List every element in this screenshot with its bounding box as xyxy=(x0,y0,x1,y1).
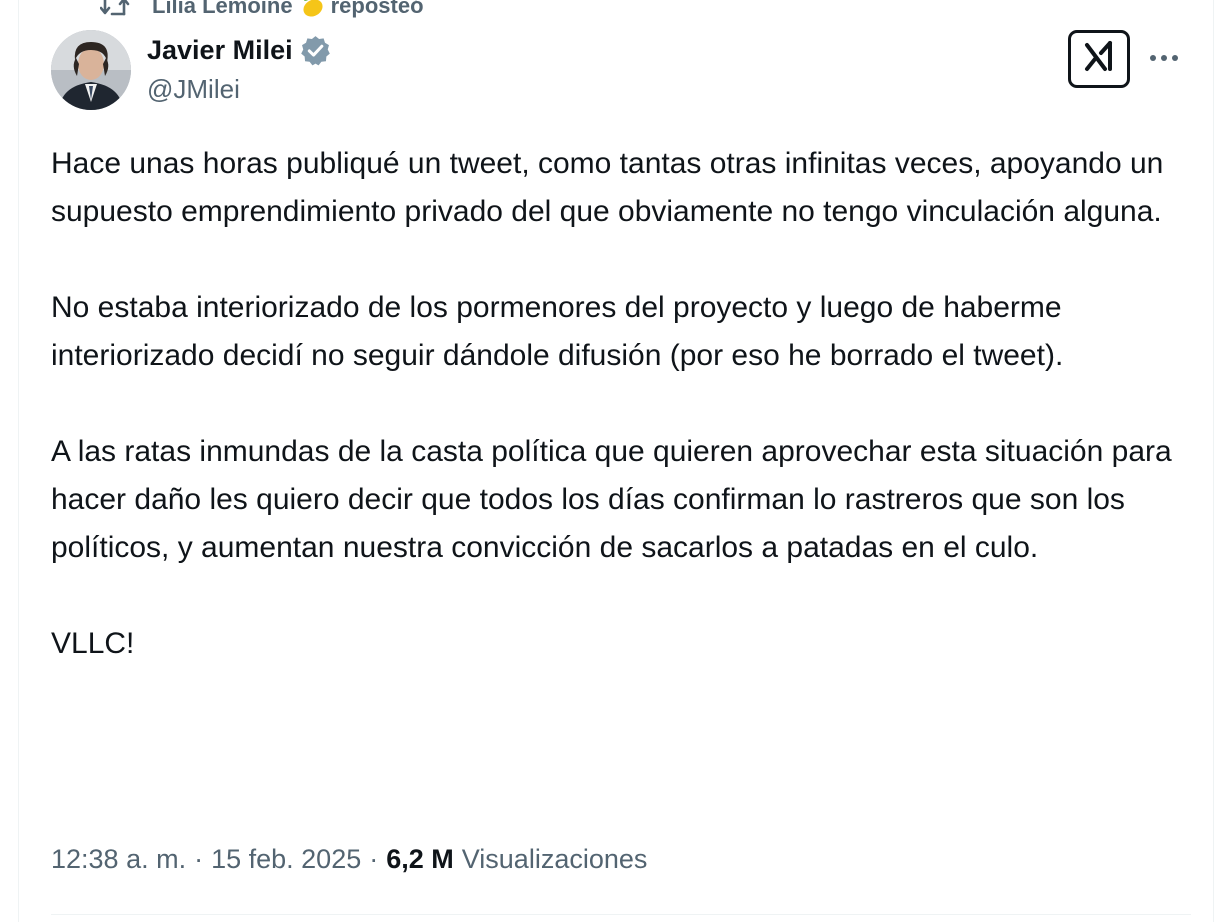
divider xyxy=(51,914,1191,915)
repost-label: reposteó xyxy=(330,0,424,18)
tweet-paragraph: No estaba interiorizado de los pormenore… xyxy=(51,291,1064,372)
meta-separator: · xyxy=(369,844,379,874)
repost-context[interactable]: Lilia Lemoine reposteó xyxy=(99,0,424,19)
avatar[interactable] xyxy=(51,30,131,110)
verified-badge-icon xyxy=(299,34,332,67)
author-name-row[interactable]: Javier Milei xyxy=(147,32,332,68)
more-options-button[interactable] xyxy=(1146,44,1182,74)
author-handle[interactable]: @JMilei xyxy=(147,74,240,105)
tweet-paragraph: VLLC! xyxy=(51,627,135,660)
tweet-text: Hace unas horas publiqué un tweet, como … xyxy=(51,140,1191,668)
repost-icon xyxy=(99,0,130,18)
tweet-paragraph: A las ratas inmundas de la casta polític… xyxy=(51,435,1172,564)
grok-icon xyxy=(1079,39,1119,80)
tweet-paragraph: Hace unas horas publiqué un tweet, como … xyxy=(51,147,1164,228)
meta-separator: · xyxy=(194,844,204,874)
tweet-date[interactable]: 15 feb. 2025 xyxy=(211,844,361,875)
repost-user-name[interactable]: Lilia Lemoine xyxy=(152,0,293,19)
lemon-emoji xyxy=(299,0,325,19)
views-label[interactable]: Visualizaciones xyxy=(462,844,648,875)
author-display-name[interactable]: Javier Milei xyxy=(147,35,293,66)
tweet-metadata: 12:38 a. m. · 15 feb. 2025 · 6,2 M Visua… xyxy=(51,844,647,875)
more-options-icon xyxy=(1148,50,1180,68)
grok-button[interactable] xyxy=(1068,30,1130,88)
views-count[interactable]: 6,2 M xyxy=(386,844,454,875)
tweet-time[interactable]: 12:38 a. m. xyxy=(51,844,186,875)
